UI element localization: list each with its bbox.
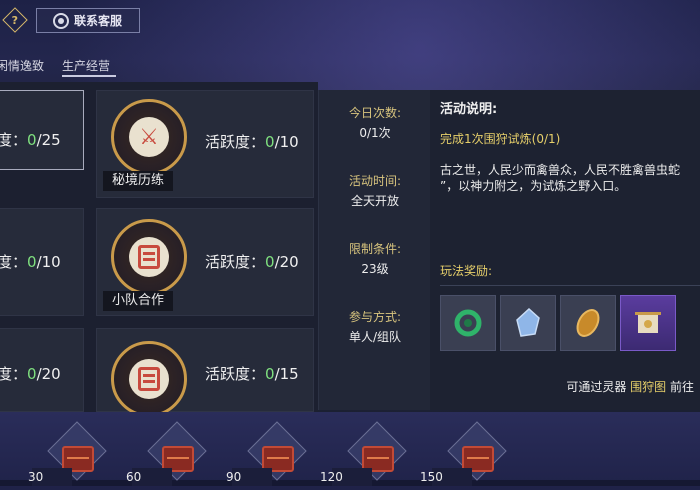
restriction-value: 23级 — [361, 262, 389, 276]
restriction-label: 限制条件: — [348, 242, 402, 256]
question-icon: ? — [11, 13, 19, 27]
activity-current: 0 — [265, 133, 275, 151]
activity-reward-bar: 30 60 90 120 150 — [0, 412, 700, 490]
secret-realm-medal: ⚔ — [111, 99, 187, 175]
milestone-value: 120 — [320, 470, 343, 484]
activity-card-team[interactable]: 小队合作 活跃度：0/20 — [96, 208, 314, 316]
milestone-value: 60 — [126, 470, 142, 484]
activity-max: /15 — [274, 365, 299, 383]
medal-face: ⚔ — [129, 117, 169, 157]
tab-leisure[interactable]: 闲情逸致 — [0, 55, 50, 77]
medal-face — [129, 237, 169, 277]
team-medal — [111, 219, 187, 295]
daily-count-value: 0/1次 — [359, 126, 391, 140]
tab-production[interactable]: 生产经营 — [62, 55, 117, 77]
activity-medal — [111, 341, 187, 417]
participation-value: 单人/组队 — [348, 330, 402, 344]
activity-label: 度： — [0, 365, 28, 383]
milestone-value: 90 — [226, 470, 242, 484]
activity-time-value: 全天开放 — [350, 194, 399, 208]
daily-count-label: 今日次数: — [348, 106, 402, 120]
activity-label: 活跃度： — [205, 253, 266, 271]
activity-progress: 活跃度：0/10 — [205, 131, 299, 152]
activity-label: 活跃度： — [205, 365, 266, 383]
activity-max: /20 — [36, 365, 61, 383]
calendar-icon — [138, 245, 160, 269]
participation-label: 参与方式: — [348, 310, 402, 324]
description-line: 古之世，人民少而禽兽众，人民不胜禽兽虫蛇 — [440, 163, 681, 177]
activity-card[interactable]: 度：0/25 — [0, 90, 84, 170]
activity-progress: 活跃度：0/15 — [205, 363, 299, 384]
reward-title: 玩法奖励: — [440, 264, 493, 278]
activity-name: 秘境历练 — [103, 171, 173, 191]
activity-progress: 度：0/10 — [0, 251, 61, 272]
activity-progress: 度：0/20 — [0, 363, 61, 384]
reward-source-note: 可通过灵器 围狩图 前往 — [566, 378, 694, 395]
divider — [440, 285, 700, 286]
milestone-chest[interactable]: 90 — [226, 421, 308, 486]
milestone-chest[interactable]: 120 — [320, 421, 408, 486]
activity-card[interactable]: 度：0/10 — [0, 208, 84, 316]
activity-max: /10 — [274, 133, 299, 151]
milestone-value: 30 — [28, 470, 44, 484]
milestone-chest[interactable]: 60 — [126, 421, 208, 486]
reward-slot[interactable] — [620, 295, 676, 351]
description-line: ”，以神力附之，为试炼之野入口。 — [440, 179, 627, 193]
activity-max: /25 — [36, 131, 61, 149]
crossed-swords-icon: ⚔ — [139, 124, 159, 150]
calendar-icon — [138, 367, 160, 391]
milestone-chest[interactable]: 30 — [28, 421, 108, 486]
activity-current: 0 — [27, 131, 37, 149]
activity-max: /20 — [274, 253, 299, 271]
activity-progress: 度：0/25 — [0, 129, 61, 150]
activity-name: 小队合作 — [103, 291, 173, 311]
activity-progress: 活跃度：0/20 — [205, 251, 299, 272]
activity-info-panel: 今日次数: 0/1次 活动时间: 全天开放 限制条件: 23级 参与方式: 单人… — [318, 90, 430, 410]
service-icon — [53, 12, 69, 29]
activity-label: 度： — [0, 131, 28, 149]
note-suffix: 前往 — [666, 380, 694, 394]
note-prefix: 可通过灵器 — [566, 380, 631, 394]
activity-current: 0 — [27, 253, 37, 271]
reward-slot[interactable] — [440, 295, 496, 351]
category-tabs: 闲情逸致 生产经营 — [0, 55, 128, 77]
reward-slot[interactable] — [560, 295, 616, 351]
activity-current: 0 — [265, 253, 275, 271]
top-bar: ? 联系客服 — [0, 0, 700, 40]
hunt-map-link[interactable]: 围狩图 — [630, 380, 666, 394]
medal-face — [129, 359, 169, 399]
reward-slot[interactable] — [500, 295, 556, 351]
activity-label: 活跃度： — [205, 133, 266, 151]
activity-current: 0 — [27, 365, 37, 383]
crystal-icon — [516, 307, 540, 337]
description-panel: 活动说明: 完成1次围狩试炼(0/1) 古之世，人民少而禽兽众，人民不胜禽兽虫蛇… — [430, 90, 700, 410]
activity-max: /10 — [36, 253, 61, 271]
customer-service-button[interactable]: 联系客服 — [36, 8, 140, 33]
customer-service-label: 联系客服 — [74, 14, 123, 28]
activity-card[interactable]: 活跃度：0/15 — [96, 328, 314, 417]
scroll-painting-icon — [635, 312, 661, 333]
activity-time-label: 活动时间: — [348, 174, 402, 188]
activity-current: 0 — [265, 365, 275, 383]
activity-grid: 度：0/25 ⚔ 秘境历练 活跃度：0/10 度：0/10 小队合作 活跃度：0… — [0, 82, 318, 417]
activity-card-secret-realm[interactable]: ⚔ 秘境历练 活跃度：0/10 — [96, 90, 314, 198]
help-button[interactable]: ? — [2, 7, 28, 33]
milestone-value: 150 — [420, 470, 443, 484]
milestone-chest[interactable]: 150 — [420, 421, 508, 486]
task-link[interactable]: 完成1次围狩试炼(0/1) — [440, 130, 560, 147]
activity-card[interactable]: 度：0/20 — [0, 328, 84, 412]
activity-label: 度： — [0, 253, 28, 271]
description-title: 活动说明: — [440, 102, 498, 117]
description-body: 古之世，人民少而禽兽众，人民不胜禽兽虫蛇 ”，以神力附之，为试炼之野入口。 — [440, 162, 700, 194]
jade-ring-icon — [454, 309, 482, 337]
bronze-relic-icon — [576, 309, 600, 337]
